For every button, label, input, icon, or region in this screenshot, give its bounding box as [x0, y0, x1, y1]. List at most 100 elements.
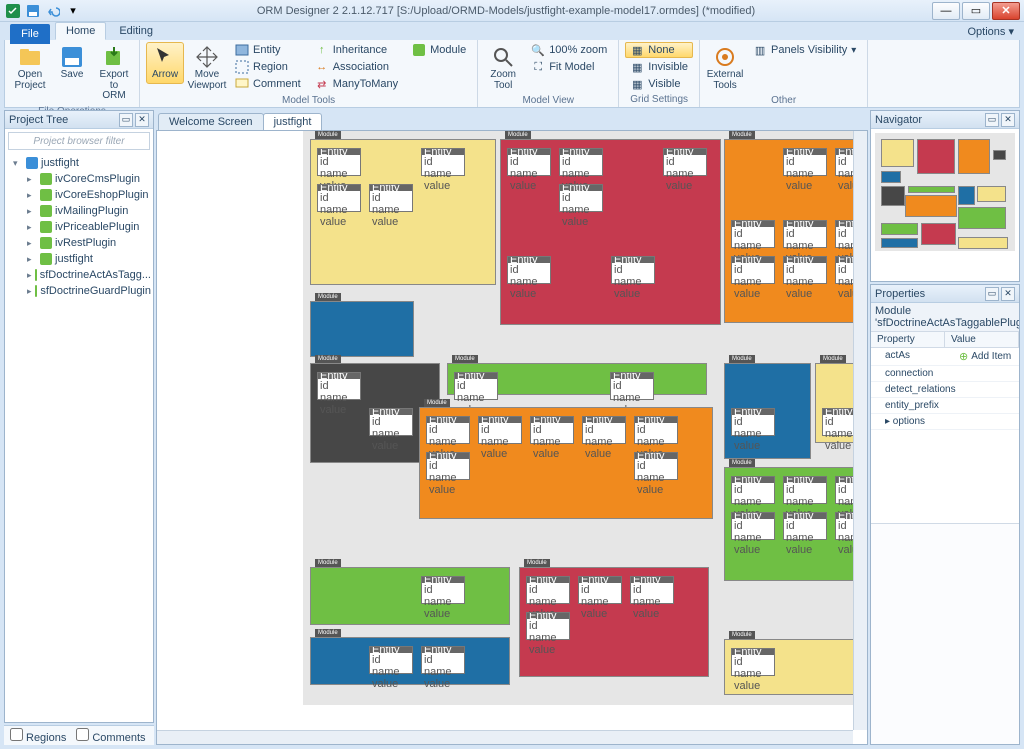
qat-app-icon[interactable]	[4, 2, 22, 20]
save-button[interactable]: Save	[53, 42, 91, 84]
tree-item[interactable]: ▸sfDoctrineGuardPlugin	[9, 283, 151, 299]
panel-undock-icon[interactable]: ▭	[985, 113, 999, 127]
entity-box[interactable]: Entityidnamevalue	[369, 408, 413, 436]
entity-box[interactable]: Entityidnamevalue	[731, 476, 775, 504]
entity-box[interactable]: Entityidnamevalue	[783, 148, 827, 176]
close-button[interactable]: ✕	[992, 2, 1020, 20]
external-tools-button[interactable]: External Tools	[706, 42, 744, 94]
module-region[interactable]: ModuleEntityidnamevalueEntityidnamevalue…	[419, 407, 713, 519]
regions-checkbox[interactable]: Regions	[10, 728, 66, 744]
entity-box[interactable]: Entityidnamevalue	[731, 648, 775, 676]
vertical-scrollbar[interactable]	[853, 131, 867, 730]
panel-undock-icon[interactable]: ▭	[985, 287, 999, 301]
association-tool[interactable]: ↔Association	[310, 59, 403, 75]
entity-box[interactable]: Entityidnamevalue	[317, 148, 361, 176]
property-row[interactable]: actAs⊕ Add Item	[871, 348, 1019, 366]
manytomany-tool[interactable]: ⇄ManyToMany	[310, 76, 403, 92]
entity-box[interactable]: Entityidnamevalue	[611, 256, 655, 284]
grid-visible[interactable]: ▦Visible	[625, 76, 693, 92]
entity-box[interactable]: Entityidnamevalue	[526, 612, 570, 640]
entity-box[interactable]: Entityidnamevalue	[630, 576, 674, 604]
grid-none[interactable]: ▦None	[625, 42, 693, 58]
project-filter-input[interactable]: Project browser filter	[8, 132, 150, 150]
module-region[interactable]: ModuleEntityidnamevalue	[724, 639, 853, 695]
entity-box[interactable]: Entityidnamevalue	[426, 416, 470, 444]
entity-box[interactable]: Entityidnamevalue	[317, 372, 361, 400]
entity-box[interactable]: Entityidnamevalue	[559, 148, 603, 176]
entity-box[interactable]: Entityidnamevalue	[731, 512, 775, 540]
options-menu[interactable]: Options ▾	[968, 25, 1024, 38]
entity-box[interactable]: Entityidnamevalue	[731, 256, 775, 284]
qat-undo-icon[interactable]	[44, 2, 62, 20]
entity-box[interactable]: Entityidnamevalue	[578, 576, 622, 604]
horizontal-scrollbar[interactable]	[157, 730, 853, 744]
entity-box[interactable]: Entityidnamevalue	[835, 220, 853, 248]
open-project-button[interactable]: Open Project	[11, 42, 49, 94]
inheritance-tool[interactable]: ↑Inheritance	[310, 42, 403, 58]
module-region[interactable]: ModuleEntityidnamevalueEntityidnamevalue…	[724, 467, 853, 581]
tree-root[interactable]: ▾justfight	[9, 155, 151, 171]
panel-close-icon[interactable]: ✕	[1001, 113, 1015, 127]
minimize-button[interactable]: —	[932, 2, 960, 20]
entity-box[interactable]: Entityidnamevalue	[507, 148, 551, 176]
diagram-canvas[interactable]: ModuleEntityidnamevalueEntityidnamevalue…	[157, 131, 853, 730]
zoom-tool-button[interactable]: Zoom Tool	[484, 42, 522, 94]
entity-box[interactable]: Entityidnamevalue	[634, 452, 678, 480]
project-tree[interactable]: ▾justfight ▸ivCoreCmsPlugin▸ivCoreEshopP…	[5, 153, 153, 722]
entity-box[interactable]: Entityidnamevalue	[421, 148, 465, 176]
grid-invisible[interactable]: ▦Invisible	[625, 59, 693, 75]
property-row[interactable]: entity_prefix	[871, 398, 1019, 414]
entity-box[interactable]: Entityidnamevalue	[822, 408, 853, 436]
entity-box[interactable]: Entityidnamevalue	[421, 576, 465, 604]
entity-box[interactable]: Entityidnamevalue	[369, 646, 413, 674]
panel-close-icon[interactable]: ✕	[1001, 287, 1015, 301]
entity-box[interactable]: Entityidnamevalue	[783, 220, 827, 248]
entity-tool[interactable]: Entity	[230, 42, 306, 58]
navigator-minimap[interactable]	[871, 129, 1019, 281]
panel-undock-icon[interactable]: ▭	[119, 113, 133, 127]
maximize-button[interactable]: ▭	[962, 2, 990, 20]
entity-box[interactable]: Entityidnamevalue	[421, 646, 465, 674]
tab-model[interactable]: justfight	[263, 113, 323, 130]
tab-home[interactable]: Home	[55, 22, 106, 40]
tree-item[interactable]: ▸ivMailingPlugin	[9, 203, 151, 219]
module-region[interactable]: ModuleEntityidnamevalue	[815, 363, 853, 443]
tree-item[interactable]: ▸ivCoreCmsPlugin	[9, 171, 151, 187]
qat-save-icon[interactable]	[24, 2, 42, 20]
entity-box[interactable]: Entityidnamevalue	[731, 408, 775, 436]
tab-welcome[interactable]: Welcome Screen	[158, 113, 264, 130]
module-region[interactable]: ModuleEntityidnamevalueEntityidnamevalue…	[500, 139, 721, 325]
tree-item[interactable]: ▸sfDoctrineActAsTagg...	[9, 267, 151, 283]
module-region[interactable]: ModuleEntityidnamevalueEntityidnamevalue…	[519, 567, 709, 677]
module-region[interactable]: ModuleEntityidnamevalue	[724, 363, 811, 459]
entity-box[interactable]: Entityidnamevalue	[783, 476, 827, 504]
module-region[interactable]: ModuleEntityidnamevalue	[310, 567, 510, 625]
entity-box[interactable]: Entityidnamevalue	[835, 476, 853, 504]
module-tool[interactable]: Module	[407, 42, 471, 58]
entity-box[interactable]: Entityidnamevalue	[369, 184, 413, 212]
zoom-100[interactable]: 🔍100% zoom	[526, 42, 612, 58]
entity-box[interactable]: Entityidnamevalue	[835, 512, 853, 540]
file-menu-button[interactable]: File	[10, 24, 50, 44]
export-button[interactable]: Export to ORM	[95, 42, 133, 105]
entity-box[interactable]: Entityidnamevalue	[731, 220, 775, 248]
entity-box[interactable]: Entityidnamevalue	[582, 416, 626, 444]
entity-box[interactable]: Entityidnamevalue	[454, 372, 498, 400]
tree-item[interactable]: ▸ivCoreEshopPlugin	[9, 187, 151, 203]
entity-box[interactable]: Entityidnamevalue	[526, 576, 570, 604]
fit-model[interactable]: ⛶Fit Model	[526, 59, 612, 75]
panels-visibility[interactable]: ▥Panels Visibility ▾	[748, 42, 861, 58]
module-region[interactable]: ModuleEntityidnamevalueEntityidnamevalue	[310, 637, 510, 685]
qat-dropdown-icon[interactable]: ▾	[64, 2, 82, 20]
tree-item[interactable]: ▸ivRestPlugin	[9, 235, 151, 251]
entity-box[interactable]: Entityidnamevalue	[663, 148, 707, 176]
tab-editing[interactable]: Editing	[108, 22, 164, 40]
entity-box[interactable]: Entityidnamevalue	[426, 452, 470, 480]
module-region[interactable]: ModuleEntityidnamevalueEntityidnamevalue…	[724, 139, 853, 323]
entity-box[interactable]: Entityidnamevalue	[634, 416, 678, 444]
entity-box[interactable]: Entityidnamevalue	[478, 416, 522, 444]
panel-close-icon[interactable]: ✕	[135, 113, 149, 127]
module-region[interactable]: ModuleEntityidnamevalueEntityidnamevalue…	[310, 139, 496, 285]
entity-box[interactable]: Entityidnamevalue	[507, 256, 551, 284]
entity-box[interactable]: Entityidnamevalue	[610, 372, 654, 400]
